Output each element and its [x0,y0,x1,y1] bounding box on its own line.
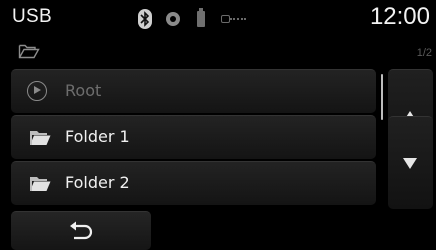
open-folder-icon [18,42,40,64]
list-item-folder-1[interactable]: Folder 1 [11,115,376,159]
status-bar: USB 12:00 [0,0,436,38]
list-item-label: Folder 1 [65,127,130,146]
scroll-down-button[interactable] [388,116,433,209]
back-button[interactable] [11,211,151,250]
disc-icon [166,12,180,26]
list-item-folder-2[interactable]: Folder 2 [11,161,376,205]
path-bar: 1/2 [0,38,436,66]
list-item-label: Folder 2 [65,173,130,192]
list-item-root[interactable]: Root [11,69,376,113]
scrollbar[interactable] [381,74,383,120]
folder-icon [29,175,51,196]
usb-device-icon [197,8,205,27]
clock: 12:00 [369,3,430,30]
triangle-down-icon [403,158,417,169]
source-label: USB [12,6,52,27]
back-arrow-icon [68,220,94,246]
play-circle-icon [27,81,47,101]
cable-icon [221,15,249,23]
page-indicator: 1/2 [416,47,432,59]
list-item-label: Root [65,81,102,100]
bluetooth-icon [138,9,152,29]
folder-icon [29,129,51,150]
